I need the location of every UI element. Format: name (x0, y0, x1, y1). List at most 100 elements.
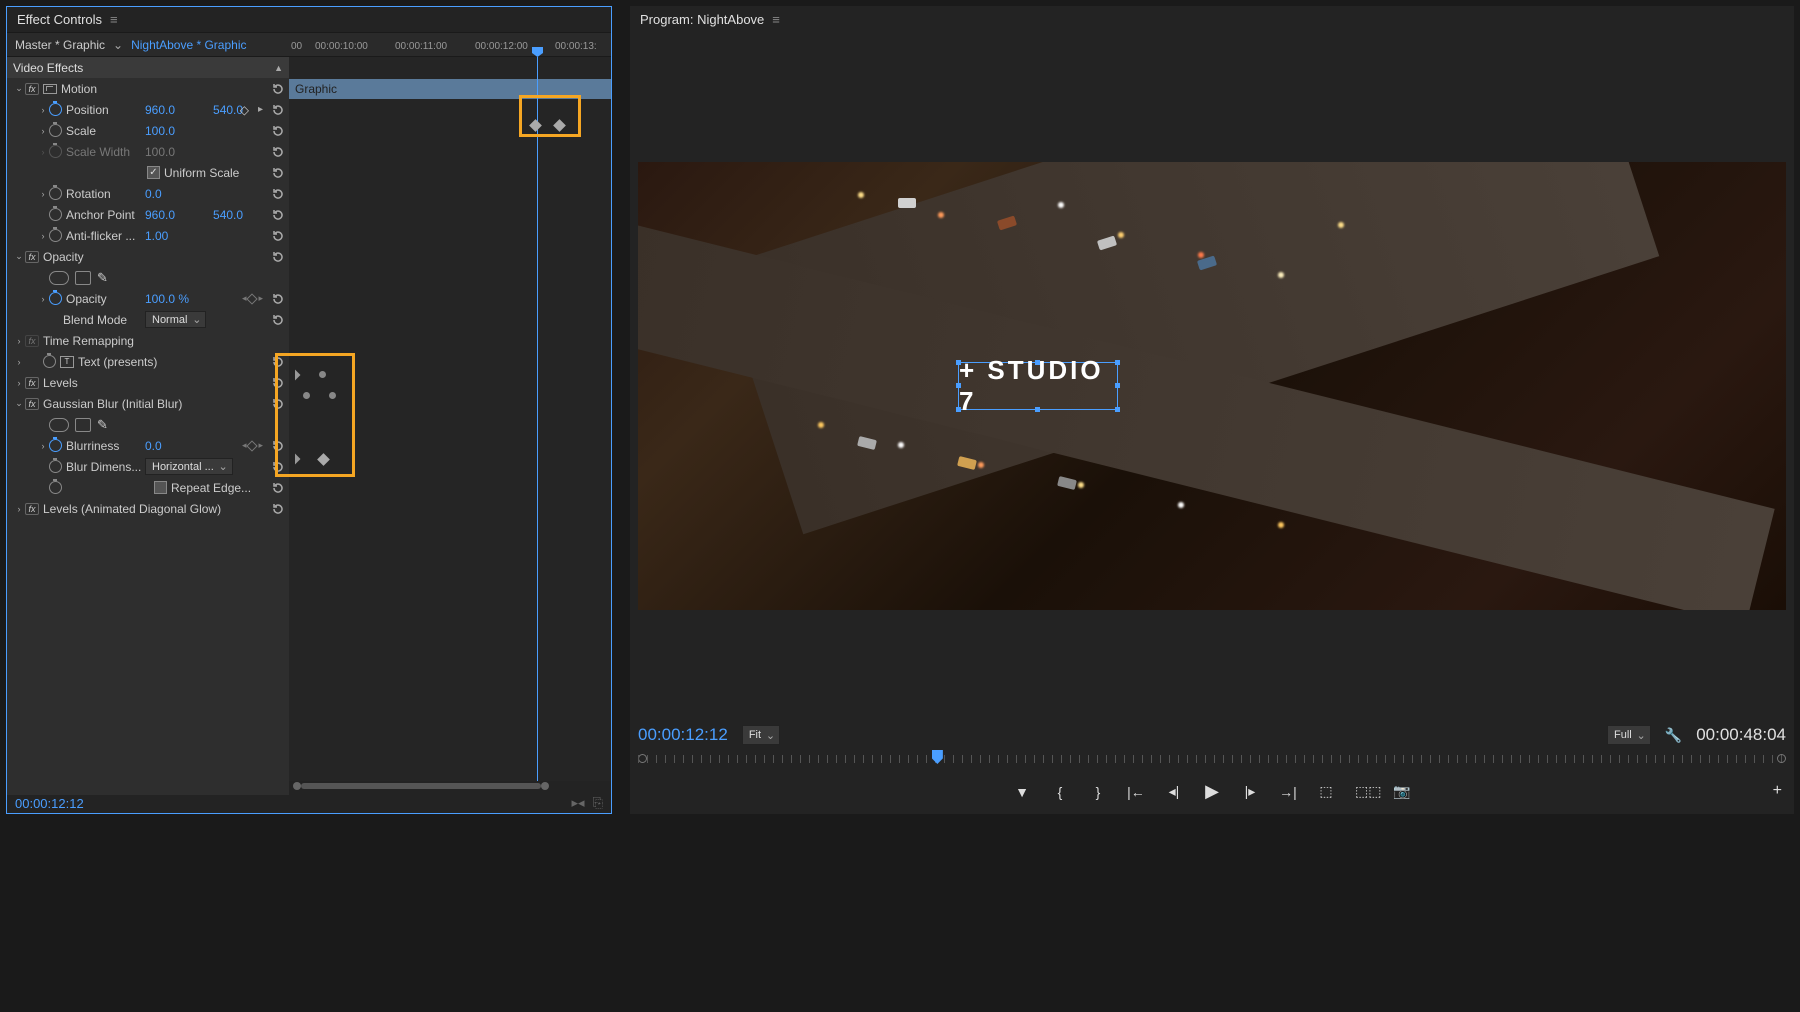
effect-timeline[interactable]: 00 00:00:10:00 00:00:11:00 00:00:12:00 0… (289, 39, 611, 781)
position-x-value[interactable]: 960.0 (145, 103, 183, 117)
rotation-value[interactable]: 0.0 (145, 187, 170, 201)
keyframe-marker[interactable] (289, 453, 300, 464)
stopwatch-icon[interactable] (49, 208, 62, 221)
ellipse-mask-button[interactable] (49, 271, 69, 285)
position-y-value[interactable]: 540.0 (213, 103, 243, 117)
zoom-thumb[interactable] (301, 783, 541, 789)
twist-icon[interactable]: › (13, 357, 25, 367)
keyframe-marker[interactable] (329, 392, 336, 399)
twist-icon[interactable]: › (13, 336, 25, 346)
breadcrumb-active[interactable]: NightAbove * Graphic (131, 38, 246, 52)
scale-value[interactable]: 100.0 (145, 124, 183, 138)
timeline-zoom-scrollbar[interactable] (289, 783, 605, 793)
panel-menu-icon[interactable]: ≡ (772, 12, 780, 27)
reset-icon[interactable] (271, 355, 285, 369)
zoom-handle-right[interactable] (541, 782, 549, 790)
play-button[interactable]: ▶ (1203, 781, 1221, 802)
twist-icon[interactable]: › (37, 231, 49, 241)
keyframe-marker[interactable] (529, 119, 542, 132)
twist-icon[interactable]: › (37, 126, 49, 136)
loop-icon[interactable]: ⎘ (593, 795, 603, 811)
reset-icon[interactable] (271, 376, 285, 390)
fx-badge[interactable]: fx (25, 377, 39, 389)
step-back-button[interactable]: ◂| (1165, 783, 1183, 800)
stopwatch-icon[interactable] (43, 355, 56, 368)
reset-icon[interactable] (271, 481, 285, 495)
export-frame-button[interactable]: 📷 (1393, 783, 1411, 800)
zoom-handle-left[interactable] (293, 782, 301, 790)
button-editor-icon[interactable]: + (1773, 782, 1782, 800)
resize-handle[interactable] (1035, 360, 1040, 365)
repeat-edge-checkbox[interactable] (154, 481, 167, 494)
fx-badge[interactable]: fx (25, 251, 39, 263)
program-current-time[interactable]: 00:00:12:12 (638, 725, 728, 745)
spatial-interp-icon[interactable]: ◇ (240, 103, 249, 117)
resize-handle[interactable] (1115, 360, 1120, 365)
keyframe-marker[interactable] (317, 453, 330, 466)
settings-icon[interactable]: 🔧 (1665, 727, 1682, 744)
stopwatch-icon[interactable] (49, 229, 62, 242)
levels-effect-row[interactable]: › fx Levels (7, 372, 289, 393)
opacity-effect-row[interactable]: ⌄ fx Opacity (7, 246, 289, 267)
twist-icon[interactable]: › (37, 105, 49, 115)
twist-icon[interactable]: › (13, 504, 25, 514)
reset-icon[interactable] (271, 166, 285, 180)
reset-icon[interactable] (271, 502, 285, 516)
blend-mode-dropdown[interactable]: Normal (145, 311, 206, 328)
mark-in-button[interactable]: { (1051, 784, 1069, 800)
reset-icon[interactable] (271, 187, 285, 201)
antiflicker-row[interactable]: › Anti-flicker ... 1.00 (7, 225, 289, 246)
twist-icon[interactable]: › (13, 378, 25, 388)
graphic-title-overlay[interactable]: + STUDIO 7 (958, 362, 1118, 410)
twist-icon[interactable]: › (37, 441, 49, 451)
stopwatch-icon[interactable] (49, 292, 62, 305)
fx-badge[interactable]: fx (25, 83, 39, 95)
go-to-out-button[interactable]: →| (1279, 784, 1297, 800)
twist-down-icon[interactable]: ⌄ (13, 251, 25, 262)
reset-icon[interactable] (271, 229, 285, 243)
levels-animated-row[interactable]: › fx Levels (Animated Diagonal Glow) (7, 498, 289, 519)
stopwatch-icon[interactable] (49, 187, 62, 200)
twist-icon[interactable]: › (37, 189, 49, 199)
next-kf-icon[interactable]: ▸ (258, 104, 263, 115)
rect-mask-button[interactable] (75, 271, 91, 285)
resolution-dropdown[interactable]: Full (1607, 725, 1651, 745)
uniform-scale-checkbox[interactable] (147, 166, 160, 179)
video-effects-header[interactable]: Video Effects ▲ (7, 57, 289, 78)
stopwatch-icon[interactable] (49, 103, 62, 116)
next-kf-icon[interactable]: ▸ (258, 440, 263, 451)
uniform-scale-row[interactable]: Uniform Scale (7, 162, 289, 183)
anchor-x-value[interactable]: 960.0 (145, 208, 183, 222)
chevron-down-icon[interactable]: ⌄ (113, 38, 123, 52)
blur-dim-dropdown[interactable]: Horizontal ... (145, 458, 233, 475)
panel-menu-icon[interactable]: ≡ (110, 12, 118, 27)
rect-mask-button[interactable] (75, 418, 91, 432)
anchor-point-row[interactable]: Anchor Point 960.0540.0 (7, 204, 289, 225)
position-row[interactable]: › Position 960.0540.0 ◇ ▸ (7, 99, 289, 120)
add-kf-icon[interactable] (247, 293, 258, 304)
anchor-y-value[interactable]: 540.0 (213, 208, 243, 222)
timeline-ruler[interactable]: 00 00:00:10:00 00:00:11:00 00:00:12:00 0… (289, 39, 611, 57)
twist-down-icon[interactable]: ⌄ (13, 398, 25, 409)
text-effect-row[interactable]: › T Text (presents) (7, 351, 289, 372)
reset-icon[interactable] (271, 397, 285, 411)
program-scrubber[interactable] (638, 752, 1786, 766)
reset-icon[interactable] (271, 250, 285, 264)
repeat-edge-row[interactable]: Repeat Edge... (7, 477, 289, 498)
reset-icon[interactable] (271, 103, 285, 117)
resize-handle[interactable] (1115, 407, 1120, 412)
gaussian-blur-row[interactable]: ⌄ fx Gaussian Blur (Initial Blur) (7, 393, 289, 414)
reset-icon[interactable] (271, 313, 285, 327)
timeline-clip-bar[interactable]: Graphic (289, 79, 611, 99)
resize-handle[interactable] (956, 360, 961, 365)
lift-button[interactable]: ⬚ (1317, 783, 1335, 800)
blend-mode-row[interactable]: Blend Mode Normal (7, 309, 289, 330)
keyframe-marker[interactable] (289, 369, 300, 380)
pen-mask-icon[interactable]: ✎ (97, 417, 108, 433)
next-kf-icon[interactable]: ▸ (258, 293, 263, 304)
extract-button[interactable]: ⬚⬚ (1355, 783, 1373, 800)
reset-icon[interactable] (271, 460, 285, 474)
twist-down-icon[interactable]: ⌄ (13, 83, 25, 94)
collapse-icon[interactable]: ▲ (274, 63, 283, 73)
opacity-value[interactable]: 100.0 % (145, 292, 197, 306)
